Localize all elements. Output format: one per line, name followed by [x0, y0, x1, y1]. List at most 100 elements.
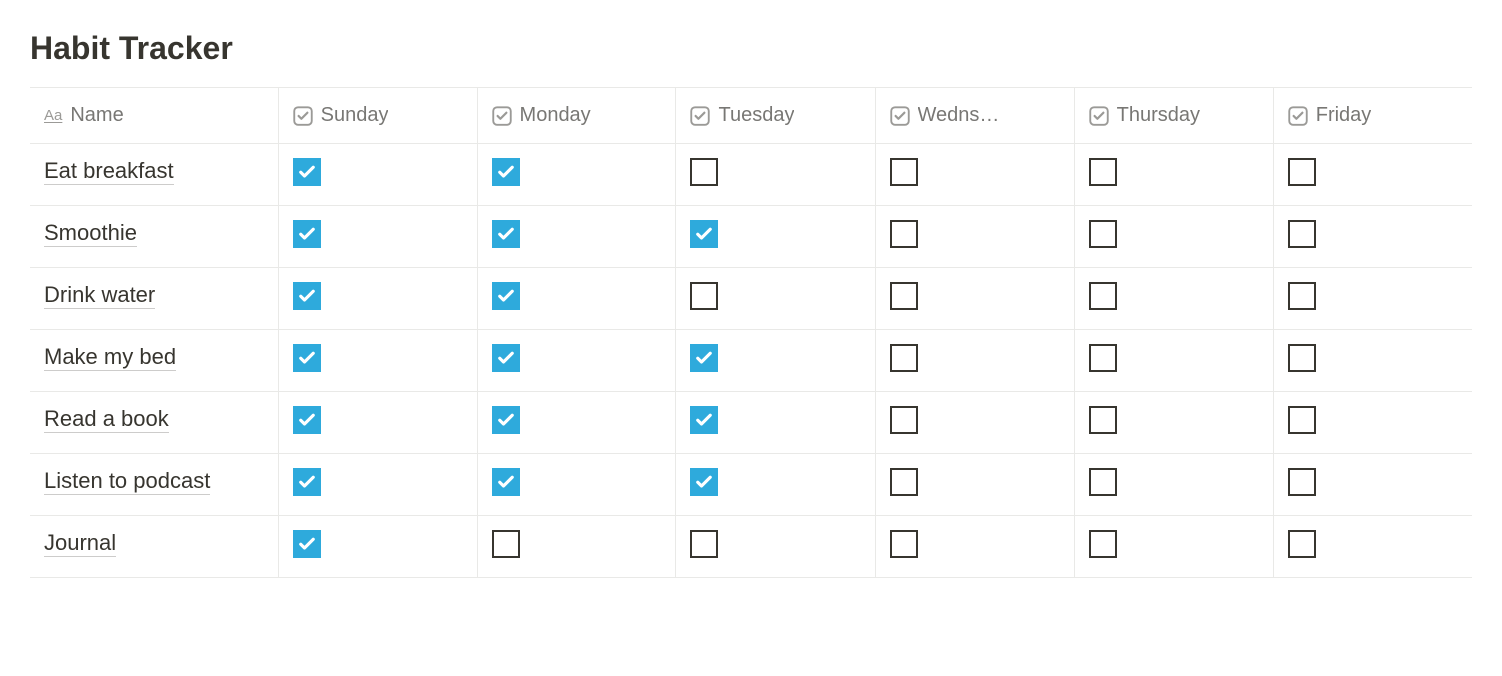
checkbox-checked[interactable] — [293, 282, 321, 310]
column-header-sunday[interactable]: Sunday — [278, 88, 477, 144]
checkbox-cell — [1074, 206, 1273, 268]
checkbox-unchecked[interactable] — [690, 158, 718, 186]
checkbox-unchecked[interactable] — [1288, 468, 1316, 496]
checkbox-cell — [875, 206, 1074, 268]
checkbox-checked[interactable] — [492, 406, 520, 434]
habit-name[interactable]: Eat breakfast — [44, 158, 174, 185]
checkbox-unchecked[interactable] — [1288, 344, 1316, 372]
checkbox-checked[interactable] — [293, 158, 321, 186]
checkbox-unchecked[interactable] — [1089, 282, 1117, 310]
checkbox-unchecked[interactable] — [890, 468, 918, 496]
checkbox-cell — [477, 516, 676, 578]
column-header-label: Friday — [1316, 104, 1372, 127]
checkbox-cell — [1273, 144, 1472, 206]
checkbox-checked[interactable] — [492, 158, 520, 186]
checkbox-checked[interactable] — [492, 282, 520, 310]
checkbox-checked[interactable] — [492, 220, 520, 248]
table-row: Journal — [30, 516, 1472, 578]
habit-name-cell[interactable]: Read a book — [30, 392, 278, 454]
checkbox-unchecked[interactable] — [1089, 344, 1117, 372]
habit-table: Aa Name Sunday Monday — [30, 87, 1472, 578]
checkbox-cell — [278, 144, 477, 206]
table-row: Make my bed — [30, 330, 1472, 392]
checkbox-checked[interactable] — [690, 406, 718, 434]
checkbox-unchecked[interactable] — [890, 530, 918, 558]
column-header-monday[interactable]: Monday — [477, 88, 676, 144]
habit-name[interactable]: Listen to podcast — [44, 468, 210, 495]
title-property-icon: Aa — [44, 107, 62, 124]
column-header-label: Name — [70, 104, 123, 127]
checkbox-cell — [676, 144, 875, 206]
checkbox-cell — [1273, 516, 1472, 578]
habit-name-cell[interactable]: Eat breakfast — [30, 144, 278, 206]
habit-name-cell[interactable]: Listen to podcast — [30, 454, 278, 516]
checkbox-unchecked[interactable] — [690, 530, 718, 558]
checkbox-checked[interactable] — [492, 468, 520, 496]
checkbox-unchecked[interactable] — [1288, 220, 1316, 248]
habit-name-cell[interactable]: Drink water — [30, 268, 278, 330]
checkbox-cell — [676, 516, 875, 578]
checkbox-checked[interactable] — [690, 468, 718, 496]
checkbox-checked[interactable] — [690, 220, 718, 248]
column-header-friday[interactable]: Friday — [1273, 88, 1472, 144]
habit-name-cell[interactable]: Journal — [30, 516, 278, 578]
checkbox-cell — [1074, 144, 1273, 206]
column-header-tuesday[interactable]: Tuesday — [676, 88, 875, 144]
column-header-wednesday[interactable]: Wedns… — [875, 88, 1074, 144]
checkbox-cell — [278, 392, 477, 454]
table-row: Read a book — [30, 392, 1472, 454]
column-header-label: Thursday — [1117, 104, 1200, 127]
checkbox-unchecked[interactable] — [690, 282, 718, 310]
checkbox-unchecked[interactable] — [1288, 282, 1316, 310]
habit-name-cell[interactable]: Smoothie — [30, 206, 278, 268]
checkbox-cell — [278, 516, 477, 578]
column-header-thursday[interactable]: Thursday — [1074, 88, 1273, 144]
checkbox-property-icon — [293, 106, 313, 126]
checkbox-unchecked[interactable] — [1089, 158, 1117, 186]
checkbox-checked[interactable] — [293, 530, 321, 558]
checkbox-unchecked[interactable] — [1089, 530, 1117, 558]
checkbox-cell — [1074, 268, 1273, 330]
checkbox-cell — [1273, 392, 1472, 454]
checkbox-cell — [875, 392, 1074, 454]
checkbox-checked[interactable] — [492, 344, 520, 372]
checkbox-cell — [676, 330, 875, 392]
habit-name[interactable]: Make my bed — [44, 344, 176, 371]
table-row: Listen to podcast — [30, 454, 1472, 516]
checkbox-property-icon — [1288, 106, 1308, 126]
table-row: Smoothie — [30, 206, 1472, 268]
checkbox-unchecked[interactable] — [1089, 468, 1117, 496]
checkbox-unchecked[interactable] — [492, 530, 520, 558]
checkbox-unchecked[interactable] — [1089, 406, 1117, 434]
habit-name[interactable]: Journal — [44, 530, 116, 557]
column-header-label: Wedns… — [918, 104, 1000, 127]
checkbox-unchecked[interactable] — [890, 282, 918, 310]
checkbox-unchecked[interactable] — [1288, 530, 1316, 558]
checkbox-cell — [278, 330, 477, 392]
table-row: Drink water — [30, 268, 1472, 330]
habit-name[interactable]: Smoothie — [44, 220, 137, 247]
checkbox-cell — [875, 268, 1074, 330]
checkbox-checked[interactable] — [690, 344, 718, 372]
checkbox-cell — [676, 392, 875, 454]
checkbox-checked[interactable] — [293, 468, 321, 496]
checkbox-unchecked[interactable] — [1288, 406, 1316, 434]
checkbox-cell — [676, 206, 875, 268]
checkbox-cell — [875, 330, 1074, 392]
checkbox-property-icon — [492, 106, 512, 126]
checkbox-unchecked[interactable] — [890, 406, 918, 434]
checkbox-checked[interactable] — [293, 344, 321, 372]
checkbox-checked[interactable] — [293, 220, 321, 248]
checkbox-cell — [1074, 454, 1273, 516]
checkbox-checked[interactable] — [293, 406, 321, 434]
column-header-name[interactable]: Aa Name — [30, 88, 278, 144]
habit-name[interactable]: Drink water — [44, 282, 155, 309]
checkbox-unchecked[interactable] — [890, 344, 918, 372]
checkbox-unchecked[interactable] — [890, 158, 918, 186]
column-header-label: Sunday — [321, 104, 389, 127]
checkbox-unchecked[interactable] — [890, 220, 918, 248]
checkbox-unchecked[interactable] — [1288, 158, 1316, 186]
habit-name-cell[interactable]: Make my bed — [30, 330, 278, 392]
habit-name[interactable]: Read a book — [44, 406, 169, 433]
checkbox-unchecked[interactable] — [1089, 220, 1117, 248]
